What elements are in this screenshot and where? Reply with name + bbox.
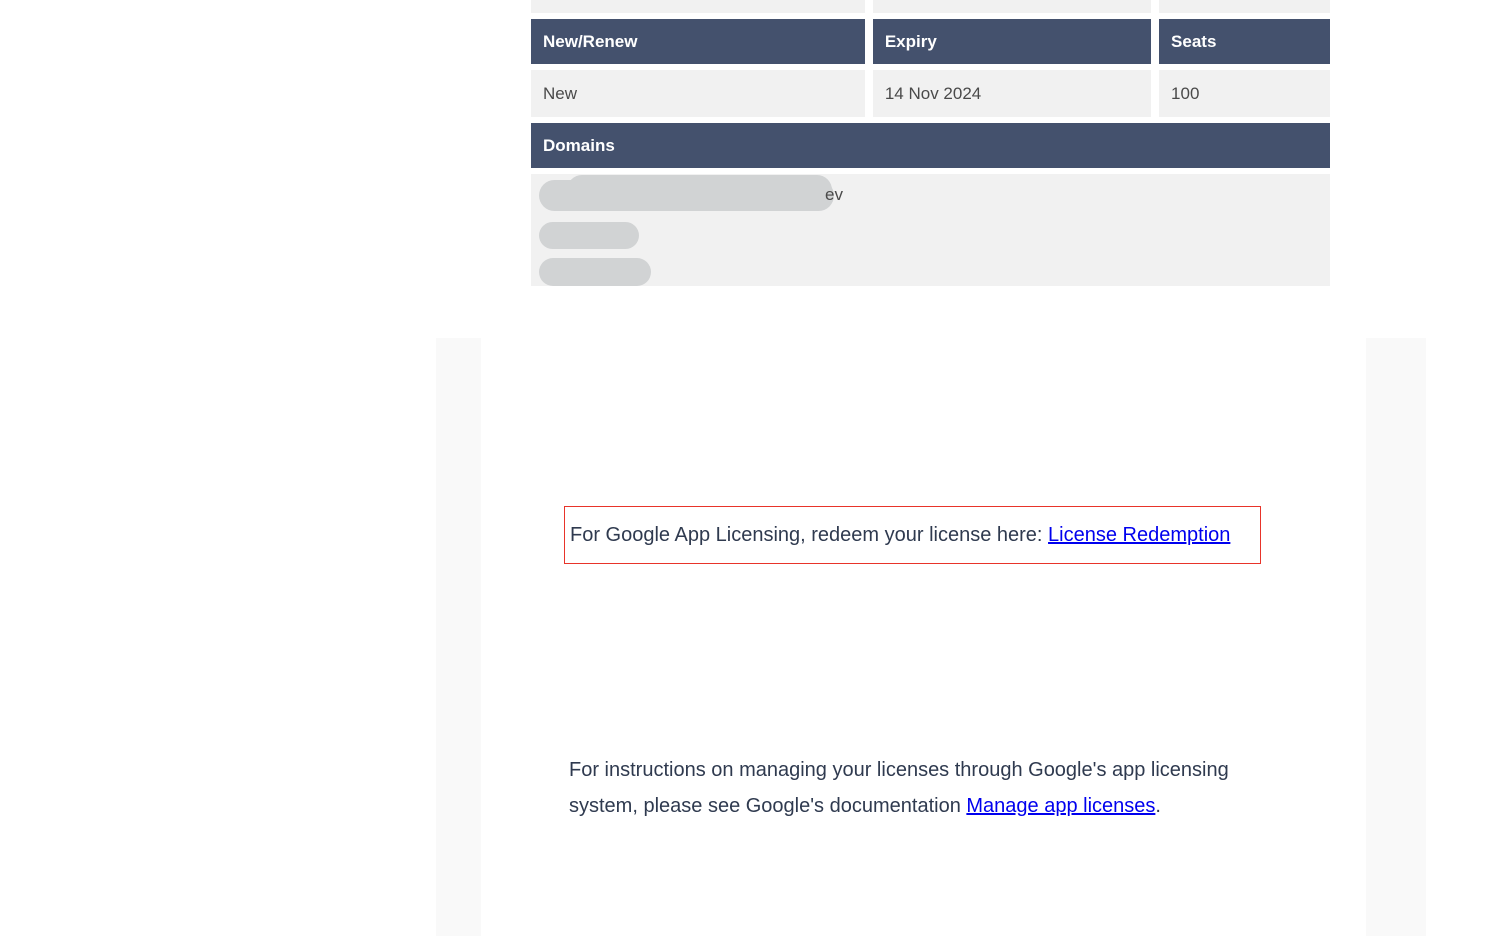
table-row-partial-top [531,0,1331,13]
callout-text: For Google App Licensing, redeem your li… [570,517,1255,553]
domains-header-row: Domains [531,123,1330,168]
column-header-domains: Domains [531,123,1330,168]
table-row: New 14 Nov 2024 100 [531,70,1331,117]
license-details-table: New/Renew Expiry Seats New 14 Nov 2024 1… [531,0,1331,286]
instructions-trailing-text: . [1155,795,1161,817]
column-header-new-renew: New/Renew [531,19,865,64]
redaction-blob-domain-1 [539,175,834,211]
instructions-text: For instructions on managing your licens… [569,752,1269,824]
callout-lead-text: For Google App Licensing, redeem your li… [570,524,1049,546]
domain-visible-suffix: ev [825,185,843,204]
redaction-blob-domain-2 [539,222,639,249]
partial-cell-left [531,0,865,13]
cell-new-renew-value: New [531,70,865,117]
column-header-expiry: Expiry [872,19,1152,64]
column-header-seats: Seats [1159,19,1331,64]
license-redemption-link[interactable]: License Redemption [1048,524,1230,546]
partial-cell-mid [872,0,1152,13]
manage-app-licenses-link[interactable]: Manage app licenses [966,795,1155,817]
instructions-paragraph: For instructions on managing your licens… [569,752,1269,824]
cell-seats-value: 100 [1159,70,1331,117]
page-gutter-left [436,338,481,936]
cell-expiry-value: 14 Nov 2024 [872,70,1152,117]
domains-list: ev [531,174,1330,286]
table-header-row: New/Renew Expiry Seats [531,19,1331,64]
domains-body-row: ev [531,174,1330,286]
license-redemption-callout: For Google App Licensing, redeem your li… [564,506,1261,564]
partial-cell-right [1159,0,1331,13]
page-gutter-right [1366,338,1426,936]
redaction-blob-domain-3 [539,258,651,286]
